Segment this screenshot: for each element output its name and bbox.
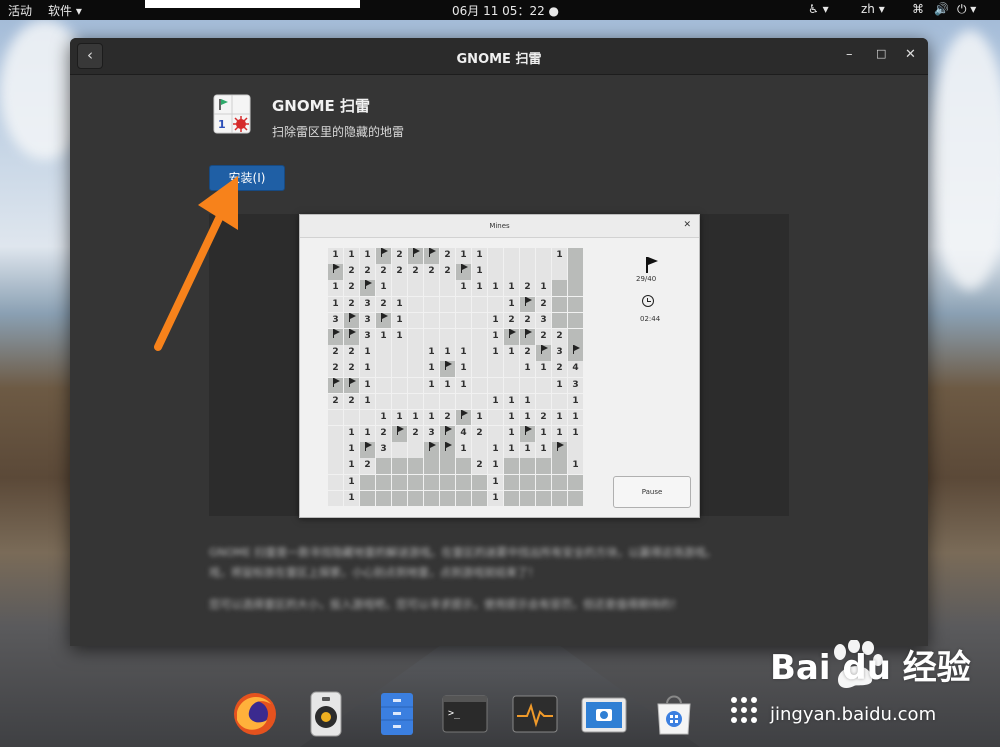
firefox-icon[interactable] [231, 690, 279, 738]
svg-text:>_: >_ [448, 708, 461, 719]
rhythmbox-icon[interactable] [302, 690, 350, 738]
annotation-arrow [154, 176, 238, 351]
system-monitor-icon[interactable] [511, 690, 559, 738]
screenshot-icon[interactable] [580, 690, 628, 738]
software-icon[interactable] [650, 690, 698, 738]
app-grid-icon[interactable] [724, 690, 772, 738]
files-icon[interactable] [373, 690, 421, 738]
baidu-watermark-url: jingyan.baidu.com [770, 704, 937, 725]
baidu-watermark: Bai du 经验 [770, 648, 971, 688]
terminal-icon[interactable]: >_ [441, 690, 489, 738]
